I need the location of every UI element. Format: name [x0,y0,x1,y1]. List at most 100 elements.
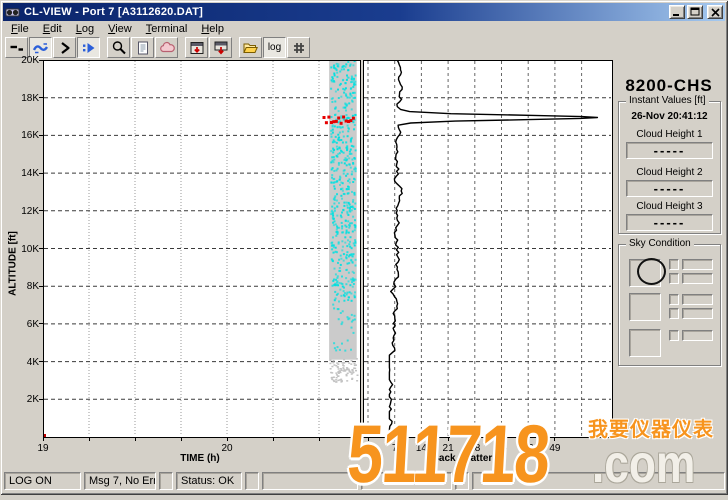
sky-small-box [669,273,679,284]
window-arrow-down-button[interactable] [185,37,208,58]
y-tick-label: 2K [13,394,39,405]
sky-small-box [669,259,679,270]
sky-wide-box [682,294,713,305]
y-tickmark [39,361,43,362]
instant-values-group: Instant Values [ft] 26-Nov 20:41:12 Clou… [618,101,721,234]
advance-step-icon [57,40,73,56]
x-tick-label-backscatter: 49 [545,443,565,454]
menu-help[interactable]: Help [194,22,231,37]
zoom-button[interactable] [107,37,130,58]
status-cell [159,472,173,490]
sky-small-box [669,330,679,341]
cloud-height-label: Cloud Height 2 [619,167,720,178]
x-tick-label-backscatter: 0 [358,443,378,454]
log-toggle-label: log [268,43,281,53]
log-toggle-button[interactable]: log [263,37,286,58]
advance-fast-icon [81,40,97,56]
grid-icon [291,40,307,56]
signal-wave-icon [33,40,49,56]
sky-layer-box [629,329,661,357]
x-axis-title-backscatter: Back Scatter [412,453,512,464]
window-arrow-export-button[interactable] [209,37,232,58]
sky-condition-group: Sky Condition [618,244,721,366]
y-tick-label: 20K [13,55,39,66]
x-tickmark [554,437,555,441]
instant-values-title: Instant Values [ft] [626,95,709,106]
x-tickmark [448,437,449,441]
cloud-button[interactable] [155,37,178,58]
x-tickmark [421,437,422,441]
grid-button[interactable] [287,37,310,58]
status-log: LOG ON [4,472,81,490]
x-tickmark [368,437,369,441]
cloud-height-label: Cloud Height 3 [619,201,720,212]
y-tickmark [39,60,43,61]
maximize-button[interactable] [687,5,703,19]
advance-step-button[interactable] [53,37,76,58]
sky-small-box [669,308,679,319]
advance-fast-button[interactable] [77,37,100,58]
cloud-height-value: ----- [626,142,713,159]
titlebar[interactable]: CL-VIEW - Port 7 [A3112620.DAT] [3,3,725,21]
app-icon [5,5,20,19]
sky-wide-box [682,330,713,341]
statusbar: LOG ONMsg 7, No Errors Status: OK [3,471,725,491]
x-axis-title-time: TIME (h) [150,453,250,464]
x-tickmark [89,437,90,441]
status-cell [472,472,725,490]
window-title: CL-VIEW - Port 7 [A3112620.DAT] [24,6,669,18]
cloud-height-label: Cloud Height 1 [619,129,720,140]
y-axis-title: ALTITUDE [ft] [8,209,19,319]
minimize-button[interactable] [669,5,685,19]
sky-layer-box [629,293,661,321]
y-tick-label: 18K [13,93,39,104]
y-tickmark [39,135,43,136]
time-height-plot[interactable] [43,60,361,438]
status-ok: Status: OK [176,472,242,490]
x-tickmark [273,437,274,441]
status-cell [361,472,452,490]
menu-log[interactable]: Log [69,22,101,37]
status-cell [262,472,358,490]
x-tickmark [181,437,182,441]
menu-terminal[interactable]: Terminal [139,22,195,37]
cloud-height-value: ----- [626,214,713,231]
toolbar: log [5,37,724,58]
status-cell [455,472,469,490]
status-cell [245,472,259,490]
cloud-icon [159,40,175,56]
sky-wide-box [682,273,713,284]
menu-file[interactable]: File [4,22,36,37]
zoom-icon [111,40,127,56]
y-tickmark [39,323,43,324]
x-tick-label-time: 19 [33,443,53,454]
document-icon [135,40,151,56]
sky-condition-title: Sky Condition [626,238,694,249]
menu-view[interactable]: View [101,22,139,37]
x-tick-label-backscatter: 42 [518,443,538,454]
x-tickmark [528,437,529,441]
y-tickmark [39,97,43,98]
y-tick-label: 6K [13,319,39,330]
x-tick-label-backscatter: 7 [385,443,405,454]
menubar: FileEditLogViewTerminalHelp [4,22,724,37]
backscatter-profile-plot[interactable] [363,60,613,438]
document-button[interactable] [131,37,154,58]
open-folder-button[interactable] [239,37,262,58]
close-button[interactable] [707,5,723,19]
x-tickmark [227,437,228,441]
y-tick-label: 16K [13,130,39,141]
sky-wide-box [682,259,713,270]
y-tickmark [39,248,43,249]
status-messages: Msg 7, No Errors [84,472,156,490]
y-tick-label: 14K [13,168,39,179]
window-arrow-export-icon [213,40,229,56]
x-tickmark [319,437,320,441]
x-tickmark [501,437,502,441]
y-tickmark [39,173,43,174]
y-tickmark [39,399,43,400]
menu-edit[interactable]: Edit [36,22,69,37]
x-tickmark [43,437,44,441]
x-tickmark [394,437,395,441]
app-window: CL-VIEW - Port 7 [A3112620.DAT] FileEdit… [0,0,728,495]
